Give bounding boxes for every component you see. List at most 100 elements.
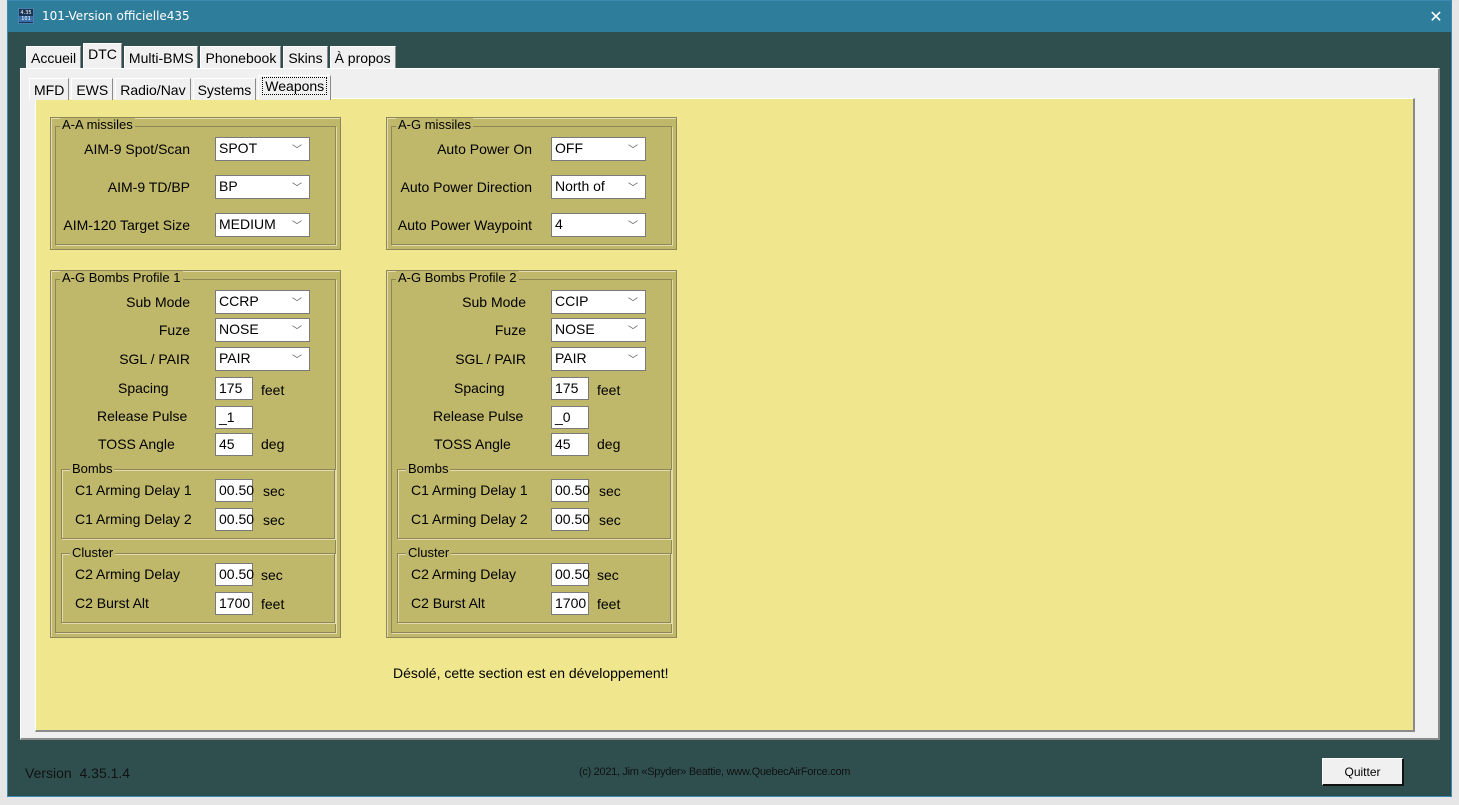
auto-power-on-label: Auto Power On [437, 141, 532, 157]
p1-sgl-pair-value: PAIR [219, 350, 251, 366]
tab-phonebook[interactable]: Phonebook [200, 46, 282, 68]
p1-c2-delay-unit: sec [261, 567, 283, 583]
aa-missiles-group: A-A missiles AIM-9 Spot/Scan SPOT ﹀ AIM-9… [50, 117, 341, 250]
p1-sub-mode-label: Sub Mode [126, 294, 190, 310]
ag-missiles-group: A-G missiles Auto Power On OFF ﹀ Auto Pow… [386, 117, 677, 250]
chevron-down-icon: ﹀ [628, 326, 638, 337]
p1-c1-delay1-input[interactable]: 00.50 [215, 479, 254, 502]
subtab-ews[interactable]: EWS [71, 78, 114, 100]
p2-spacing-input[interactable]: 175 [551, 377, 589, 400]
p1-toss-angle-input[interactable]: 45 [215, 433, 253, 456]
dtc-panel: A-A missiles AIM-9 Spot/Scan SPOT ﹀ AIM-9… [20, 68, 1440, 740]
subtab-radio-nav[interactable]: Radio/Nav [115, 78, 191, 100]
development-message: Désolé, cette section est en développeme… [393, 665, 669, 681]
p1-sgl-pair-label: SGL / PAIR [119, 351, 190, 367]
p2-c1-delay1-label: C1 Arming Delay 1 [411, 482, 528, 498]
chevron-down-icon: ﹀ [292, 145, 302, 156]
p1-toss-angle-label: TOSS Angle [98, 436, 175, 452]
p1-c1-delay1-unit: sec [263, 483, 285, 499]
p2-release-pulse-label: Release Pulse [433, 408, 524, 424]
p1-fuze-value: NOSE [219, 321, 259, 337]
p1-c1-delay2-unit: sec [263, 512, 285, 528]
p1-cluster-group: Cluster C2 Arming Delay 00.50 sec C2 Bur… [61, 546, 335, 623]
p1-spacing-unit: feet [261, 382, 285, 398]
p2-c1-delay2-input[interactable]: 00.50 [551, 508, 590, 531]
p1-c2-burst-input[interactable]: 1700 [215, 592, 253, 615]
p1-c2-delay-input[interactable]: 00.50 [215, 563, 254, 586]
p1-c1-delay2-input[interactable]: 00.50 [215, 508, 254, 531]
title-bar[interactable]: 4.35 101 101-Version officielle435 ✕ [8, 1, 1451, 32]
subtab-systems[interactable]: Systems [192, 78, 257, 100]
p2-sub-mode-select[interactable]: CCIP ﹀ [551, 290, 646, 314]
bombs-profile-2-group: A-G Bombs Profile 2 Sub Mode CCIP ﹀ Fuze … [386, 270, 677, 638]
p1-fuze-select[interactable]: NOSE ﹀ [215, 318, 310, 342]
subtab-ews-label: EWS [76, 82, 109, 98]
aim120-target-size-value: MEDIUM [219, 216, 276, 232]
app-window: 4.35 101 101-Version officielle435 ✕ A-A… [7, 0, 1452, 797]
p2-spacing-unit: feet [597, 382, 621, 398]
p2-c1-delay2-unit: sec [599, 512, 621, 528]
p2-sgl-pair-label: SGL / PAIR [455, 351, 526, 367]
chevron-down-icon: ﹀ [628, 221, 638, 232]
p1-bombs-title: Bombs [70, 461, 115, 476]
auto-power-on-select[interactable]: OFF ﹀ [551, 137, 646, 161]
aim9-td-bp-select[interactable]: BP ﹀ [215, 175, 310, 199]
p1-release-pulse-label: Release Pulse [97, 408, 188, 424]
p1-fuze-label: Fuze [158, 322, 190, 338]
aim120-target-size-select[interactable]: MEDIUM ﹀ [215, 213, 310, 237]
chevron-down-icon: ﹀ [292, 355, 302, 366]
app-icon-number: 101 [19, 16, 33, 22]
chevron-down-icon: ﹀ [628, 298, 638, 309]
app-icon: 4.35 101 [18, 8, 34, 24]
p2-sub-mode-value: CCIP [555, 293, 589, 309]
subtab-weapons[interactable]: Weapons [258, 75, 332, 100]
auto-power-on-value: OFF [555, 140, 583, 156]
chevron-down-icon: ﹀ [292, 326, 302, 337]
p2-c1-delay1-input[interactable]: 00.50 [551, 479, 590, 502]
p1-sub-mode-select[interactable]: CCRP ﹀ [215, 290, 310, 314]
p2-toss-angle-input[interactable]: 45 [551, 433, 589, 456]
tab-multi-bms[interactable]: Multi-BMS [123, 46, 199, 68]
close-button[interactable]: ✕ [1421, 1, 1451, 32]
bombs-profile-1-group: A-G Bombs Profile 1 Sub Mode CCRP ﹀ Fuze … [50, 270, 341, 638]
p1-c1-delay2-label: C1 Arming Delay 2 [75, 511, 192, 527]
p2-bombs-title: Bombs [406, 461, 451, 476]
quit-button[interactable]: Quitter [1322, 758, 1404, 786]
p1-spacing-input[interactable]: 175 [215, 377, 253, 400]
p2-toss-angle-unit: deg [597, 436, 621, 452]
tab-skins[interactable]: Skins [283, 46, 328, 68]
p2-c2-burst-input[interactable]: 1700 [551, 592, 589, 615]
p1-c2-burst-label: C2 Burst Alt [75, 595, 149, 611]
subtab-weapons-label: Weapons [262, 77, 328, 95]
chevron-down-icon: ﹀ [292, 221, 302, 232]
p1-release-pulse-input[interactable]: _1 [215, 406, 253, 429]
aim9-td-bp-value: BP [219, 178, 238, 194]
p2-c2-delay-input[interactable]: 00.50 [551, 563, 590, 586]
p2-c1-delay1-unit: sec [599, 483, 621, 499]
chevron-down-icon: ﹀ [628, 145, 638, 156]
p1-toss-angle-unit: deg [261, 436, 285, 452]
tab-dtc[interactable]: DTC [83, 43, 122, 68]
p2-release-pulse-input[interactable]: _0 [551, 406, 589, 429]
main-tab-control: A-A missiles AIM-9 Spot/Scan SPOT ﹀ AIM-9… [20, 43, 1440, 740]
sub-tab-strip: MFD EWS Radio/Nav Systems Weapons [29, 75, 333, 100]
auto-power-waypoint-select[interactable]: 4 ﹀ [551, 213, 646, 237]
auto-power-direction-label: Auto Power Direction [400, 179, 532, 195]
p1-sgl-pair-select[interactable]: PAIR ﹀ [215, 347, 310, 371]
tab-a-propos[interactable]: À propos [329, 46, 396, 68]
tab-accueil[interactable]: Accueil [26, 46, 82, 68]
p2-spacing-label: Spacing [454, 380, 505, 396]
p2-sgl-pair-select[interactable]: PAIR ﹀ [551, 347, 646, 371]
chevron-down-icon: ﹀ [628, 183, 638, 194]
p2-fuze-value: NOSE [555, 321, 595, 337]
main-tab-strip: Accueil DTC Multi-BMS Phonebook Skins À … [26, 43, 398, 68]
p2-fuze-select[interactable]: NOSE ﹀ [551, 318, 646, 342]
auto-power-direction-select[interactable]: North of ﹀ [551, 175, 646, 199]
p1-spacing-label: Spacing [118, 380, 169, 396]
p2-c2-delay-unit: sec [597, 567, 619, 583]
aim9-spot-scan-label: AIM-9 Spot/Scan [84, 141, 190, 157]
profile-1-title: A-G Bombs Profile 1 [60, 270, 183, 285]
aim120-target-size-label: AIM-120 Target Size [63, 217, 190, 233]
subtab-mfd[interactable]: MFD [29, 78, 70, 100]
aim9-spot-scan-select[interactable]: SPOT ﹀ [215, 137, 310, 161]
